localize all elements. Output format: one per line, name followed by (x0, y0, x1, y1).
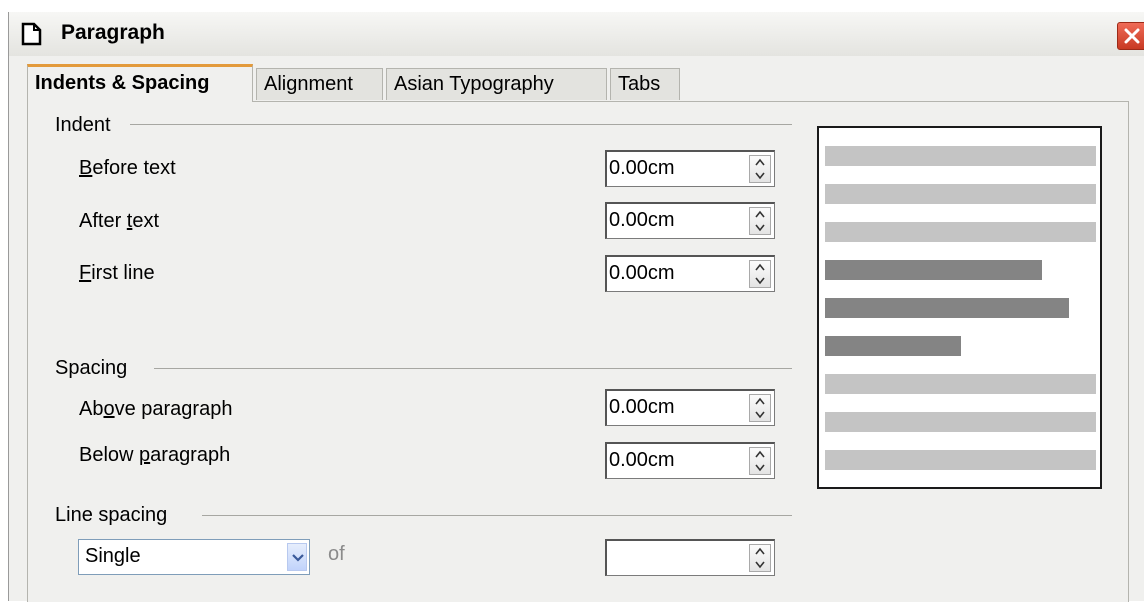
spin-up-down-icon (755, 547, 765, 569)
first-line-label: First line (79, 262, 155, 284)
first-line-value[interactable]: 0.00cm (609, 262, 675, 285)
before-text-label: Before text (79, 157, 176, 179)
line-spacing-section-label: Line spacing (55, 504, 168, 526)
line-spacing-spin-buttons[interactable] (749, 544, 771, 572)
spin-up-down-icon (755, 397, 765, 419)
paragraph-preview (817, 126, 1102, 489)
background-document-strip (0, 0, 1144, 12)
after-text-label: After text (79, 210, 160, 232)
above-paragraph-value[interactable]: 0.00cm (609, 396, 675, 419)
below-paragraph-value[interactable]: 0.00cm (609, 449, 675, 472)
preview-line (825, 374, 1096, 394)
preview-line (825, 260, 1042, 280)
of-label: of (328, 543, 345, 565)
preview-line (825, 184, 1096, 204)
before-text-spinbox[interactable]: 0.00cm (605, 150, 775, 187)
tab-indents-spacing[interactable]: Indents & Spacing (27, 64, 253, 102)
before-text-value[interactable]: 0.00cm (609, 157, 675, 180)
tab-asian-typography[interactable]: Asian Typography (386, 68, 607, 100)
preview-line (825, 336, 961, 356)
below-paragraph-spin-buttons[interactable] (749, 447, 771, 475)
preview-line (825, 412, 1096, 432)
preview-line (825, 298, 1069, 318)
spin-up-down-icon (755, 263, 765, 285)
line-spacing-dropdown[interactable]: Single (78, 539, 310, 575)
line-spacing-dropdown-button[interactable] (287, 543, 307, 571)
tab-alignment[interactable]: Alignment (256, 68, 383, 100)
before-text-spin-buttons[interactable] (749, 155, 771, 183)
tab-tabs[interactable]: Tabs (610, 68, 680, 100)
spin-up-down-icon (755, 158, 765, 180)
tab-label: Alignment (264, 73, 353, 95)
document-page-icon (21, 22, 42, 46)
line-spacing-selected: Single (85, 545, 141, 567)
after-text-spinbox[interactable]: 0.00cm (605, 202, 775, 239)
after-text-value[interactable]: 0.00cm (609, 209, 675, 232)
preview-line (825, 146, 1096, 166)
spacing-section-label: Spacing (55, 357, 128, 379)
line-spacing-separator (202, 515, 792, 516)
tab-label: Tabs (618, 73, 661, 95)
preview-line (825, 222, 1096, 242)
below-paragraph-spinbox[interactable]: 0.00cm (605, 442, 775, 479)
tab-label: Indents & Spacing (35, 72, 210, 94)
indent-section-label: Indent (55, 114, 111, 136)
chevron-down-icon (292, 554, 304, 562)
preview-line (825, 450, 1096, 470)
dialog-title: Paragraph (61, 21, 165, 44)
spin-up-down-icon (755, 210, 765, 232)
above-paragraph-label: Above paragraph (79, 398, 233, 420)
line-spacing-value-spinbox[interactable] (605, 539, 775, 576)
first-line-spinbox[interactable]: 0.00cm (605, 255, 775, 292)
spin-up-down-icon (755, 450, 765, 472)
title-bar[interactable]: Paragraph (9, 12, 1144, 56)
below-paragraph-label: Below paragraph (79, 444, 231, 466)
above-paragraph-spinbox[interactable]: 0.00cm (605, 389, 775, 426)
first-line-spin-buttons[interactable] (749, 260, 771, 288)
indent-separator (130, 124, 792, 125)
above-paragraph-spin-buttons[interactable] (749, 394, 771, 422)
tab-label: Asian Typography (394, 73, 554, 95)
after-text-spin-buttons[interactable] (749, 207, 771, 235)
close-button[interactable] (1117, 22, 1144, 50)
close-x-icon (1124, 28, 1140, 44)
spacing-separator (154, 368, 792, 369)
